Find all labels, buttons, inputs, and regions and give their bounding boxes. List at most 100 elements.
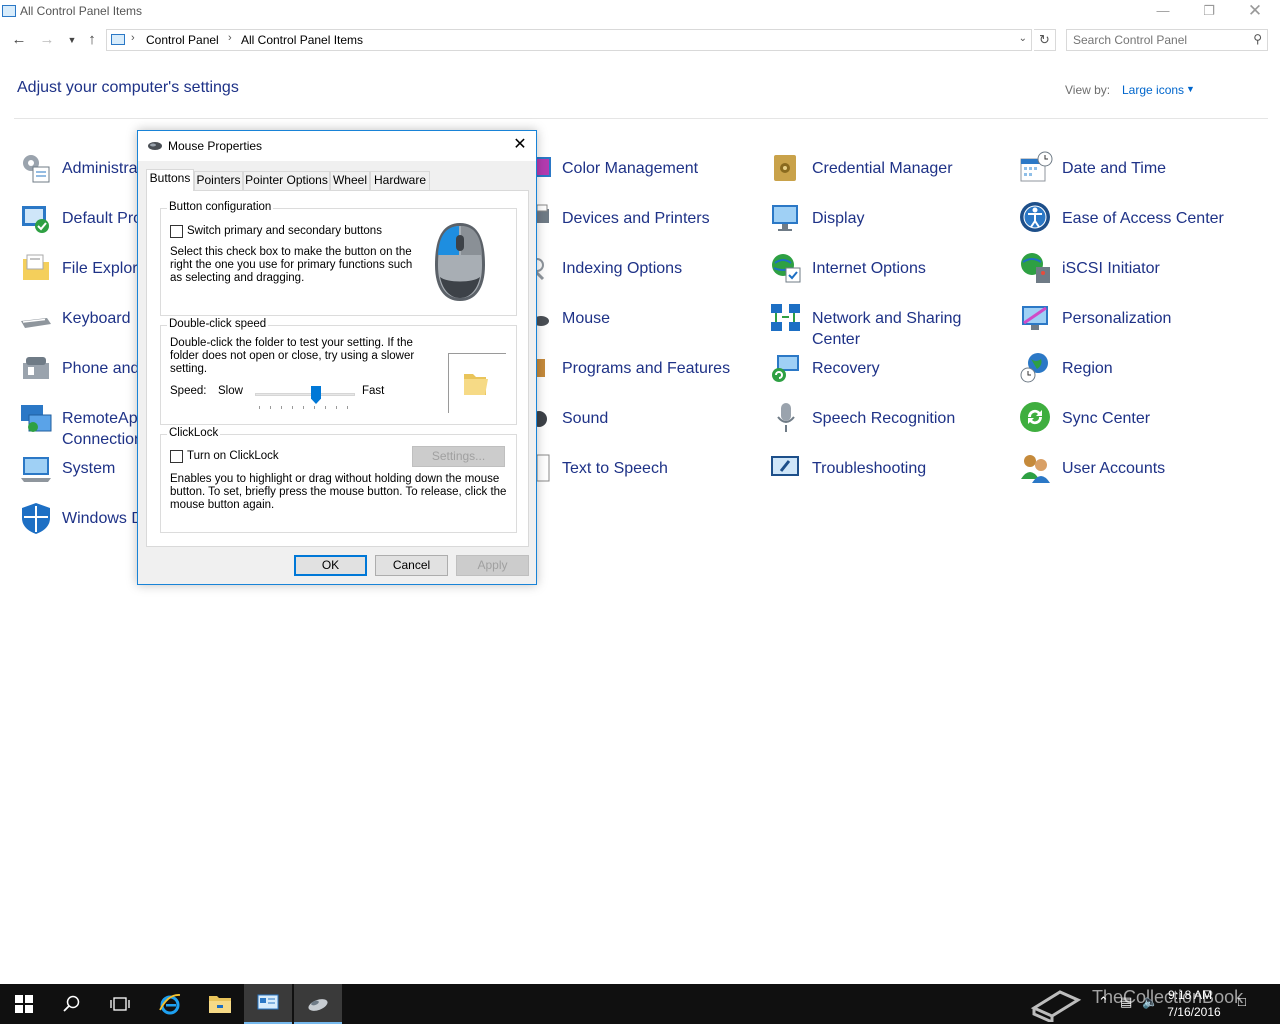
back-arrow-icon[interactable]: ← <box>9 30 29 50</box>
remoteapp-icon <box>21 405 52 432</box>
file-explorer-icon[interactable] <box>196 984 244 1024</box>
description-line: as selecting and dragging. <box>170 272 305 284</box>
item-label: Recovery <box>812 360 880 377</box>
test-folder-area[interactable] <box>448 353 506 413</box>
breadcrumb-control-panel[interactable]: Control Panel <box>146 33 219 47</box>
clock-time[interactable]: 9:18 AM <box>1160 988 1220 1002</box>
item-label: Troubleshooting <box>812 460 927 477</box>
admin-tools-icon <box>23 155 50 183</box>
ok-button[interactable]: OK <box>294 555 367 576</box>
calendar-clock-icon <box>1020 151 1053 182</box>
cp-item-windows-defender[interactable]: Windows D <box>19 501 143 545</box>
chevron-right-icon[interactable]: › <box>228 32 232 44</box>
clicklock-settings-button[interactable]: Settings... <box>412 446 505 467</box>
tab-hardware[interactable]: Hardware <box>370 171 430 190</box>
cp-item-recovery[interactable]: Recovery <box>769 351 999 395</box>
cp-item-network-and-sharing-center[interactable]: Network and Sharing Center <box>769 301 999 348</box>
default-programs-icon <box>22 206 49 233</box>
cp-item-remoteapp[interactable]: RemoteApp Connection <box>19 401 147 448</box>
switch-buttons-checkbox[interactable] <box>170 225 183 238</box>
task-view-icon[interactable] <box>96 984 144 1024</box>
refresh-icon[interactable]: ↻ <box>1034 29 1056 51</box>
cp-item-date-and-time[interactable]: Date and Time <box>1019 151 1259 195</box>
item-label-line2: Connection <box>62 431 143 448</box>
search-icon[interactable] <box>48 984 96 1024</box>
item-label: Indexing Options <box>562 260 683 277</box>
cp-item-internet-options[interactable]: Internet Options <box>769 251 999 295</box>
cp-item-devices-and-printers[interactable]: Devices and Printers <box>519 201 749 245</box>
cp-item-color-management[interactable]: Color Management <box>519 151 749 195</box>
up-arrow-icon[interactable]: ↑ <box>82 30 102 50</box>
phone-modem-icon <box>23 357 49 379</box>
tab-pointers[interactable]: Pointers <box>194 171 243 190</box>
cancel-button[interactable]: Cancel <box>375 555 448 576</box>
tab-wheel[interactable]: Wheel <box>330 171 370 190</box>
ease-of-access-icon <box>1020 202 1050 232</box>
cp-item-file-explorer-options[interactable]: File Explore <box>19 251 146 295</box>
cp-item-mouse[interactable]: Mouse <box>519 301 749 345</box>
microphone-icon <box>777 403 795 432</box>
cp-item-troubleshooting[interactable]: Troubleshooting <box>769 451 999 495</box>
volume-icon[interactable]: 🔈 <box>1142 994 1158 1010</box>
cp-item-personalization[interactable]: Personalization <box>1019 301 1259 345</box>
network-icon[interactable]: ▤ <box>1120 994 1132 1010</box>
restore-button[interactable]: ❐ <box>1186 0 1232 24</box>
cp-item-credential-manager[interactable]: Credential Manager <box>769 151 999 195</box>
chevron-down-icon[interactable]: ⌄ <box>1019 33 1027 44</box>
clock-date[interactable]: 7/16/2016 <box>1160 1005 1228 1019</box>
cp-item-administrative-tools[interactable]: Administra <box>19 151 139 195</box>
checkbox-label[interactable]: Switch primary and secondary buttons <box>187 225 382 238</box>
item-label: File Explore <box>62 260 147 277</box>
cp-item-indexing-options[interactable]: Indexing Options <box>519 251 749 295</box>
view-by-dropdown[interactable]: Large icons <box>1122 83 1184 97</box>
tab-pointer-options[interactable]: Pointer Options <box>243 171 330 190</box>
checkbox-label[interactable]: Turn on ClickLock <box>187 450 279 463</box>
clicklock-checkbox[interactable] <box>170 450 183 463</box>
speed-slider-track[interactable] <box>255 393 355 396</box>
cp-item-default-programs[interactable]: Default Pro <box>19 201 142 245</box>
tab-buttons[interactable]: Buttons <box>146 169 194 191</box>
view-by-label: View by: <box>1065 83 1111 97</box>
minimize-button[interactable]: — <box>1140 0 1186 24</box>
slow-label: Slow <box>218 385 243 397</box>
mouse-properties-taskbar-icon[interactable] <box>294 984 342 1024</box>
caret-down-icon[interactable]: ▼ <box>1186 84 1195 94</box>
chevron-up-icon[interactable]: ⌃ <box>1098 994 1109 1010</box>
display-icon <box>772 205 798 231</box>
cp-item-region[interactable]: Region <box>1019 351 1259 395</box>
defender-icon <box>22 503 50 534</box>
cp-item-ease-of-access-center[interactable]: Ease of Access Center <box>1019 201 1259 245</box>
cp-item-display[interactable]: Display <box>769 201 999 245</box>
description-line: setting. <box>170 363 208 375</box>
double-click-speed-group: Double-click speed Double-click the fold… <box>160 318 517 425</box>
cp-item-sound[interactable]: Sound <box>519 401 749 445</box>
search-input[interactable] <box>1073 33 1243 47</box>
cp-item-user-accounts[interactable]: User Accounts <box>1019 451 1259 495</box>
cp-item-system[interactable]: System <box>19 451 139 495</box>
action-center-icon[interactable]: □ <box>1238 994 1246 1009</box>
recent-locations-chevron-icon[interactable]: ▼ <box>62 30 82 50</box>
breadcrumb-all-items[interactable]: All Control Panel Items <box>241 33 363 47</box>
folder-icon[interactable] <box>461 368 491 398</box>
close-window-button[interactable]: ✕ <box>1232 0 1278 24</box>
start-windows-icon[interactable] <box>0 984 48 1024</box>
close-icon[interactable]: ✕ <box>504 131 536 161</box>
forward-arrow-icon[interactable]: → <box>37 30 57 50</box>
cp-item-iscsi-initiator[interactable]: iSCSI Initiator <box>1019 251 1259 295</box>
search-icon[interactable]: ⚲ <box>1253 32 1262 46</box>
cp-item-sync-center[interactable]: Sync Center <box>1019 401 1259 445</box>
speed-slider-thumb[interactable] <box>311 386 321 404</box>
cp-item-programs-and-features[interactable]: Programs and Features <box>519 351 749 395</box>
internet-explorer-icon[interactable] <box>146 984 194 1024</box>
cp-item-keyboard[interactable]: Keyboard <box>19 301 139 345</box>
search-box[interactable]: ⚲ <box>1066 29 1268 51</box>
cp-item-speech-recognition[interactable]: Speech Recognition <box>769 401 999 445</box>
cp-item-text-to-speech[interactable]: Text to Speech <box>519 451 749 495</box>
item-label: System <box>62 460 116 477</box>
cp-item-phone-and-modem[interactable]: Phone and <box>19 351 139 395</box>
description-line: right the one you use for primary functi… <box>170 259 413 271</box>
address-bar[interactable]: › Control Panel › All Control Panel Item… <box>106 29 1032 51</box>
apply-button[interactable]: Apply <box>456 555 529 576</box>
control-panel-taskbar-icon[interactable] <box>244 984 292 1024</box>
chevron-right-icon[interactable]: › <box>131 32 135 44</box>
